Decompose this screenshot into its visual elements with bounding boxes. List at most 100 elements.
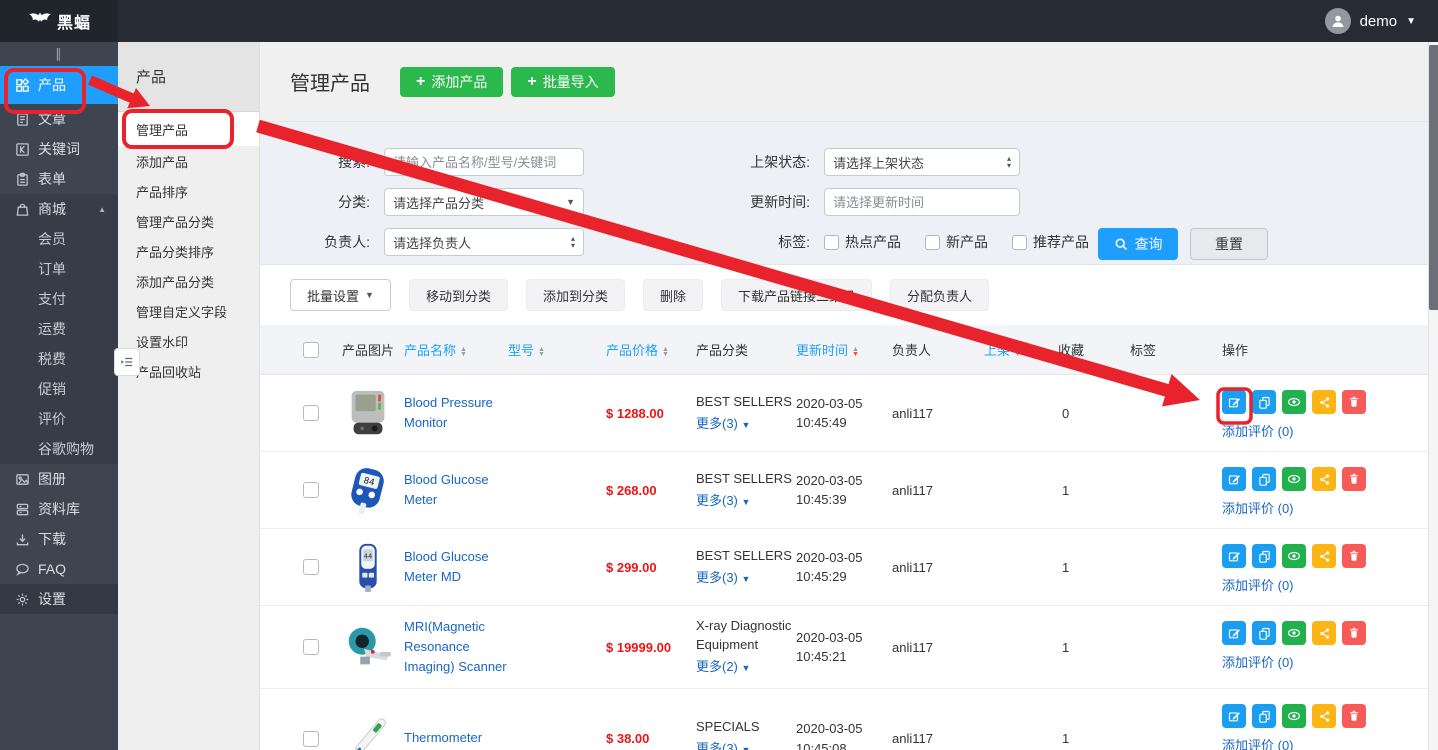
- product-name-link[interactable]: MRI(Magnetic Resonance Imaging) Scanner: [404, 619, 507, 674]
- tag-hot-checkbox[interactable]: 热点产品: [824, 232, 901, 252]
- sidebar-item-downloads[interactable]: 下载: [0, 524, 118, 554]
- col-model-sort[interactable]: 型号▲▼: [508, 340, 588, 359]
- sidebar-item-forms[interactable]: 表单: [0, 164, 118, 194]
- sidebar-item-shipping[interactable]: 运费: [0, 314, 118, 344]
- product-image-glucose-meter-md[interactable]: 44: [332, 540, 404, 594]
- add-review-link[interactable]: 添加评价 (0): [1222, 652, 1438, 671]
- product-name-link[interactable]: Blood Pressure Monitor: [404, 395, 493, 430]
- product-image-glucose-meter[interactable]: 84: [332, 463, 404, 517]
- delete-row-button[interactable]: [1342, 544, 1366, 568]
- share-button[interactable]: [1312, 467, 1336, 491]
- query-button[interactable]: 查询: [1098, 228, 1178, 260]
- tag-recommend-checkbox[interactable]: 推荐产品: [1012, 232, 1089, 252]
- col-onshelf-sort[interactable]: 上架▲▼: [968, 340, 1054, 359]
- preview-eye-button[interactable]: [1282, 390, 1306, 414]
- row-checkbox[interactable]: [303, 639, 319, 655]
- preview-eye-button[interactable]: [1282, 621, 1306, 645]
- edit-button[interactable]: [1222, 390, 1246, 414]
- category-more-link[interactable]: 更多(3) ▼: [696, 492, 796, 511]
- product-image-thermometer[interactable]: [332, 712, 404, 750]
- row-checkbox[interactable]: [303, 405, 319, 421]
- sidebar-item-promotion[interactable]: 促销: [0, 374, 118, 404]
- product-image-mri-scanner[interactable]: [332, 620, 404, 674]
- copy-button[interactable]: [1252, 544, 1276, 568]
- share-button[interactable]: [1312, 544, 1336, 568]
- edit-button[interactable]: [1222, 621, 1246, 645]
- share-button[interactable]: [1312, 390, 1336, 414]
- move-to-category-button[interactable]: 移动到分类: [409, 279, 508, 311]
- sidebar-item-tax[interactable]: 税费: [0, 344, 118, 374]
- add-product-button[interactable]: + 添加产品: [400, 67, 503, 97]
- submenu-item-add-category[interactable]: 添加产品分类: [118, 266, 259, 296]
- sidebar-item-articles[interactable]: 文章: [0, 104, 118, 134]
- assign-owner-button[interactable]: 分配负责人: [890, 279, 989, 311]
- sidebar-item-faq[interactable]: FAQ: [0, 554, 118, 584]
- delete-row-button[interactable]: [1342, 704, 1366, 728]
- category-more-link[interactable]: 更多(3) ▼: [696, 740, 796, 750]
- product-image-blood-pressure[interactable]: [332, 386, 404, 440]
- submenu-item-product-sort[interactable]: 产品排序: [118, 176, 259, 206]
- sidebar-item-mall[interactable]: 商城 ▲: [0, 194, 118, 224]
- row-checkbox[interactable]: [303, 559, 319, 575]
- delete-row-button[interactable]: [1342, 467, 1366, 491]
- search-input[interactable]: [384, 148, 584, 176]
- category-select[interactable]: 请选择产品分类 ▼: [384, 188, 584, 216]
- copy-button[interactable]: [1252, 467, 1276, 491]
- product-name-link[interactable]: Thermometer: [404, 730, 482, 745]
- page-scrollbar[interactable]: [1428, 42, 1438, 750]
- product-name-link[interactable]: Blood Glucose Meter MD: [404, 549, 489, 584]
- sidebar-item-payment[interactable]: 支付: [0, 284, 118, 314]
- submenu-item-custom-fields[interactable]: 管理自定义字段: [118, 296, 259, 326]
- edit-button[interactable]: [1222, 544, 1246, 568]
- share-button[interactable]: [1312, 704, 1336, 728]
- sidebar-item-reviews[interactable]: 评价: [0, 404, 118, 434]
- preview-eye-button[interactable]: [1282, 704, 1306, 728]
- copy-button[interactable]: [1252, 621, 1276, 645]
- sidebar-item-members[interactable]: 会员: [0, 224, 118, 254]
- sidebar-item-settings[interactable]: 设置: [0, 584, 118, 614]
- edit-button[interactable]: [1222, 704, 1246, 728]
- add-to-category-button[interactable]: 添加到分类: [526, 279, 625, 311]
- sidebar-item-keywords[interactable]: 关键词: [0, 134, 118, 164]
- submenu-item-category-sort[interactable]: 产品分类排序: [118, 236, 259, 266]
- edit-button[interactable]: [1222, 467, 1246, 491]
- bulk-settings-button[interactable]: 批量设置 ▼: [290, 279, 391, 311]
- row-checkbox[interactable]: [303, 731, 319, 747]
- delete-row-button[interactable]: [1342, 621, 1366, 645]
- owner-select[interactable]: 请选择负责人 ▴▾: [384, 228, 584, 256]
- panel-collapse-button[interactable]: [114, 348, 140, 376]
- select-all-checkbox[interactable]: [303, 342, 319, 358]
- copy-button[interactable]: [1252, 390, 1276, 414]
- col-name-sort[interactable]: 产品名称▲▼: [404, 340, 508, 359]
- status-select[interactable]: 请选择上架状态 ▴▾: [824, 148, 1020, 176]
- download-qr-button[interactable]: 下载产品链接二维码: [721, 279, 872, 311]
- sidebar-item-orders[interactable]: 订单: [0, 254, 118, 284]
- product-name-link[interactable]: Blood Glucose Meter: [404, 472, 489, 507]
- category-more-link[interactable]: 更多(2) ▼: [696, 658, 796, 677]
- preview-eye-button[interactable]: [1282, 467, 1306, 491]
- col-updated-sort[interactable]: 更新时间▲▼: [796, 340, 892, 359]
- sidebar-collapse-handle[interactable]: ∥: [0, 42, 118, 66]
- delete-row-button[interactable]: [1342, 390, 1366, 414]
- reset-button[interactable]: 重置: [1190, 228, 1268, 260]
- copy-button[interactable]: [1252, 704, 1276, 728]
- add-review-link[interactable]: 添加评价 (0): [1222, 421, 1438, 440]
- add-review-link[interactable]: 添加评价 (0): [1222, 735, 1438, 750]
- col-price-sort[interactable]: 产品价格▲▼: [588, 340, 696, 359]
- tag-new-checkbox[interactable]: 新产品: [925, 232, 988, 252]
- sidebar-item-google-shopping[interactable]: 谷歌购物: [0, 434, 118, 464]
- submenu-item-manage-products[interactable]: 管理产品: [118, 112, 259, 146]
- submenu-item-add-product[interactable]: 添加产品: [118, 146, 259, 176]
- scrollbar-thumb[interactable]: [1429, 45, 1438, 310]
- row-checkbox[interactable]: [303, 482, 319, 498]
- update-time-input[interactable]: [824, 188, 1020, 216]
- add-review-link[interactable]: 添加评价 (0): [1222, 575, 1438, 594]
- delete-button[interactable]: 删除: [643, 279, 703, 311]
- category-more-link[interactable]: 更多(3) ▼: [696, 415, 796, 434]
- sidebar-item-products[interactable]: 产品: [0, 66, 118, 104]
- category-more-link[interactable]: 更多(3) ▼: [696, 569, 796, 588]
- sidebar-item-library[interactable]: 资料库: [0, 494, 118, 524]
- sidebar-item-gallery[interactable]: 图册: [0, 464, 118, 494]
- preview-eye-button[interactable]: [1282, 544, 1306, 568]
- batch-import-button[interactable]: + 批量导入: [511, 67, 614, 97]
